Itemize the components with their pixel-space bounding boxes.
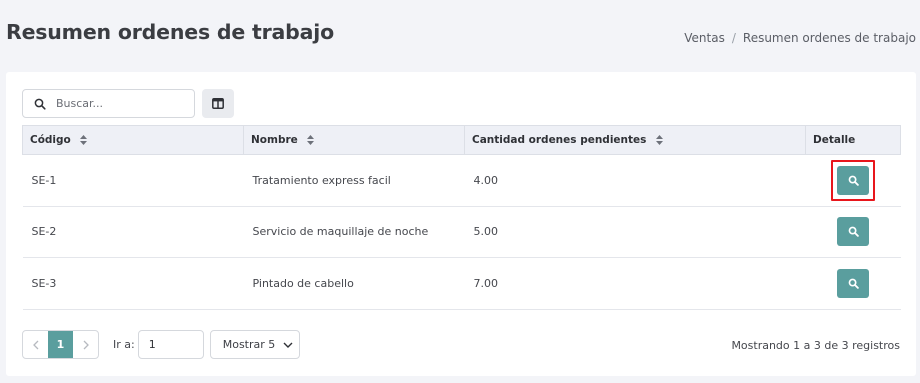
goto-page-input[interactable] [137, 330, 204, 359]
table-header-row: Código Nombre Cantidad ordenes pendiente… [22, 125, 901, 155]
detail-button[interactable] [837, 268, 869, 298]
cell-nombre: Tratamiento express facil [243, 154, 465, 207]
cell-codigo: SE-2 [22, 206, 244, 258]
detail-button[interactable] [837, 165, 869, 195]
next-page-button[interactable] [73, 331, 98, 358]
column-header-cantidad[interactable]: Cantidad ordenes pendientes [464, 125, 806, 155]
orders-table: Código Nombre Cantidad ordenes pendiente… [22, 125, 901, 310]
columns-icon [212, 98, 224, 109]
sort-icon [656, 135, 664, 145]
search-input[interactable] [56, 97, 176, 110]
cell-detalle [805, 154, 901, 207]
page-button-current[interactable]: 1 [48, 331, 73, 358]
search-icon [848, 226, 859, 238]
cell-codigo: SE-1 [22, 154, 244, 207]
page-size-select[interactable]: Mostrar 5 [209, 330, 300, 359]
cell-cantidad: 4.00 [464, 154, 806, 207]
table-row: SE-3 Pintado de cabello 7.00 [22, 257, 901, 310]
sort-icon [307, 135, 315, 145]
cell-detalle [805, 257, 901, 310]
highlight-box [831, 159, 875, 201]
page-buttons: 1 [22, 330, 99, 359]
table-row: SE-1 Tratamiento express facil 4.00 [22, 154, 901, 207]
columns-toggle-button[interactable] [202, 89, 234, 118]
column-header-detalle: Detalle [805, 125, 901, 155]
table-row: SE-2 Servicio de maquillaje de noche 5.0… [22, 206, 901, 258]
column-header-codigo[interactable]: Código [22, 125, 244, 155]
cell-cantidad: 5.00 [464, 206, 806, 258]
cell-detalle [805, 206, 901, 258]
records-summary: Mostrando 1 a 3 de 3 registros [731, 339, 900, 352]
breadcrumb: Ventas / Resumen ordenes de trabajo [684, 31, 916, 45]
cell-nombre: Servicio de maquillaje de noche [243, 206, 465, 258]
detail-button[interactable] [837, 217, 869, 247]
breadcrumb-item-ventas[interactable]: Ventas [684, 31, 725, 45]
page-title: Resumen ordenes de trabajo [6, 20, 334, 44]
sort-icon [80, 135, 88, 145]
goto-label: Ir a: [113, 338, 135, 351]
content-card: Código Nombre Cantidad ordenes pendiente… [6, 72, 916, 376]
pagination: 1 Ir a: Mostrar 5 [22, 330, 300, 359]
cell-cantidad: 7.00 [464, 257, 806, 310]
search-icon [848, 175, 859, 186]
breadcrumb-item-current: Resumen ordenes de trabajo [742, 31, 916, 45]
search-box [22, 89, 195, 118]
chevron-down-icon [283, 342, 293, 348]
search-icon [848, 278, 859, 289]
column-header-nombre[interactable]: Nombre [243, 125, 465, 155]
chevron-right-icon [83, 340, 89, 349]
prev-page-button[interactable] [23, 331, 48, 358]
search-icon [34, 98, 46, 110]
cell-codigo: SE-3 [22, 257, 244, 310]
page-size-label: Mostrar 5 [222, 338, 276, 351]
cell-nombre: Pintado de cabello [243, 257, 465, 310]
breadcrumb-separator: / [731, 31, 736, 45]
chevron-left-icon [32, 340, 38, 349]
